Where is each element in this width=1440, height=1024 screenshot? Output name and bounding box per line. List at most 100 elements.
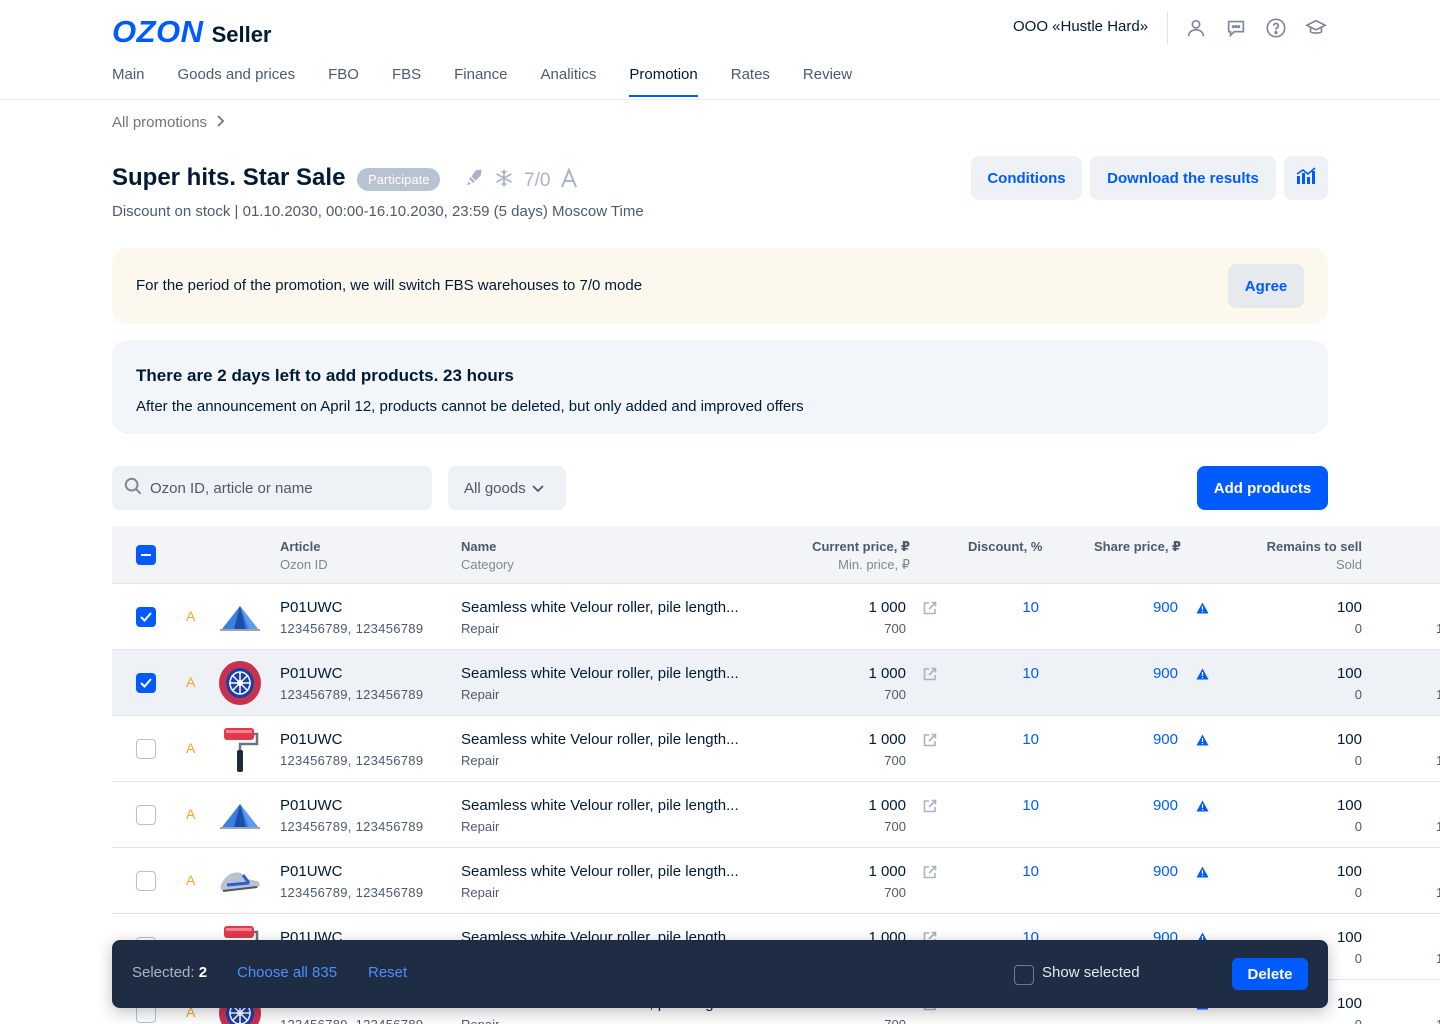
help-icon[interactable]	[1264, 16, 1288, 40]
nav-main[interactable]: Main	[112, 66, 145, 97]
table-row[interactable]: A P01UWC 123456789, 123456789 Seamless w…	[112, 782, 1440, 848]
row-checkbox[interactable]	[136, 871, 156, 891]
remains-value: 100	[1336, 665, 1362, 682]
external-link-icon[interactable]	[922, 600, 938, 621]
row-checkbox[interactable]	[136, 739, 156, 759]
nav-review[interactable]: Review	[803, 66, 852, 97]
search-input[interactable]	[150, 479, 410, 497]
column-discount[interactable]: Discount, %	[968, 538, 1042, 556]
download-results-button[interactable]: Download the results	[1090, 156, 1276, 200]
company-name[interactable]: ООО «Hustle Hard»	[1013, 18, 1148, 35]
warning-triangle-icon[interactable]	[1196, 733, 1209, 751]
share-price-value[interactable]: 900	[1142, 599, 1178, 616]
discount-value[interactable]: 10	[1019, 863, 1039, 880]
product-image-tent[interactable]	[216, 592, 264, 642]
search-box[interactable]	[112, 466, 432, 510]
column-name[interactable]: Name Category	[461, 538, 514, 574]
table-row[interactable]: A P01UWC 123456789, 123456789 Seamless w…	[112, 716, 1440, 782]
product-category: Repair	[461, 1017, 499, 1024]
status-badge: Participate	[357, 168, 441, 191]
column-discount-title: Discount, %	[968, 539, 1043, 554]
snowflake-icon	[494, 168, 514, 194]
external-link-icon[interactable]	[922, 798, 938, 819]
warning-triangle-icon[interactable]	[1196, 865, 1209, 883]
warning-triangle-icon[interactable]	[1196, 667, 1209, 685]
table-row[interactable]: A P01UWC 123456789, 123456789 Seamless w…	[112, 584, 1440, 650]
product-category: Repair	[461, 687, 500, 702]
row-checkbox[interactable]	[136, 805, 156, 825]
mark-label: A	[186, 806, 196, 822]
logo-brand: OZON	[112, 14, 204, 49]
current-price: 1 000	[868, 863, 906, 880]
min-price: 700	[884, 1017, 906, 1024]
show-selected-checkbox[interactable]	[1014, 965, 1034, 985]
external-link-icon[interactable]	[922, 666, 938, 687]
reset-link[interactable]: Reset	[368, 964, 407, 981]
table-row[interactable]: A P01UWC 123456789, 123456789 Seamless w…	[112, 650, 1440, 716]
add-products-button[interactable]: Add products	[1197, 466, 1328, 510]
warning-triangle-icon[interactable]	[1196, 799, 1209, 817]
warning-triangle-icon[interactable]	[1196, 601, 1209, 619]
breadcrumb-all-promotions[interactable]: All promotions	[112, 114, 207, 131]
column-current-price[interactable]: Current price, ₽ Min. price, ₽	[812, 538, 910, 574]
agree-button[interactable]: Agree	[1228, 264, 1304, 308]
nav-finance[interactable]: Finance	[454, 66, 507, 97]
sold-value: 0	[1355, 1017, 1362, 1024]
product-image-sneaker[interactable]	[216, 856, 264, 906]
product-name[interactable]: Seamless white Velour roller, pile lengt…	[461, 797, 739, 814]
table-row[interactable]: A P01UWC 123456789, 123456789 Seamless w…	[112, 848, 1440, 914]
sold-value: 0	[1354, 819, 1362, 834]
product-name[interactable]: Seamless white Velour roller, pile lengt…	[461, 665, 739, 682]
nav-goods-and-prices[interactable]: Goods and prices	[178, 66, 296, 97]
ozon-seller-logo[interactable]: OZON Seller	[112, 14, 272, 50]
product-name[interactable]: Seamless white Velour roller, pile lengt…	[461, 731, 739, 748]
discount-value[interactable]: 10	[1019, 665, 1039, 682]
select-all-checkbox[interactable]	[136, 545, 156, 565]
external-link-icon[interactable]	[922, 732, 938, 753]
chat-icon[interactable]	[1224, 16, 1248, 40]
article: P01UWC	[280, 731, 343, 748]
education-icon[interactable]	[1304, 16, 1328, 40]
product-image-tent[interactable]	[216, 790, 264, 840]
conditions-button[interactable]: Conditions	[971, 156, 1082, 200]
product-name[interactable]: Seamless white Velour roller, pile lengt…	[461, 863, 739, 880]
user-icon[interactable]	[1184, 16, 1208, 40]
column-ozon-id-title: Ozon ID	[280, 557, 328, 572]
choose-all-link[interactable]: Choose all 835	[237, 964, 337, 981]
min-price: 700	[884, 753, 906, 768]
external-link-icon[interactable]	[922, 864, 938, 885]
ozon-ids: 123456789, 123456789	[280, 1017, 423, 1024]
product-image-wheel[interactable]	[216, 658, 264, 708]
discount-value[interactable]: 10	[1019, 797, 1039, 814]
share-price-value[interactable]: 900	[1142, 863, 1178, 880]
nav-fbs[interactable]: FBS	[392, 66, 421, 97]
share-price-value[interactable]: 900	[1142, 731, 1178, 748]
current-price: 1 000	[868, 731, 906, 748]
remains-value: 100	[1336, 929, 1362, 946]
nav-analitics[interactable]: Analitics	[541, 66, 597, 97]
share-price-value[interactable]: 900	[1142, 797, 1178, 814]
min-price: 700	[884, 885, 906, 900]
selected-label: Selected:	[132, 964, 195, 981]
nav-rates[interactable]: Rates	[731, 66, 770, 97]
discount-value[interactable]: 10	[1019, 731, 1039, 748]
breadcrumb[interactable]: All promotions	[112, 114, 225, 131]
delete-button[interactable]: Delete	[1232, 958, 1308, 990]
row-checkbox[interactable]	[136, 673, 156, 693]
goods-filter-dropdown[interactable]: All goods	[448, 466, 566, 510]
column-remains[interactable]: Remains to sell Sold	[1267, 538, 1362, 574]
clipped-column-value: 1	[1436, 621, 1440, 636]
chevron-right-icon	[215, 114, 225, 131]
nav-fbo[interactable]: FBO	[328, 66, 359, 97]
product-image-roller[interactable]	[216, 724, 264, 774]
current-price: 1 000	[868, 797, 906, 814]
show-selected-label[interactable]: Show selected	[1042, 964, 1140, 981]
share-price-value[interactable]: 900	[1142, 665, 1178, 682]
analytics-button[interactable]	[1284, 156, 1328, 200]
discount-value[interactable]: 10	[1019, 599, 1039, 616]
row-checkbox[interactable]	[136, 607, 156, 627]
column-share-price[interactable]: Share price, ₽	[1094, 538, 1181, 556]
product-name[interactable]: Seamless white Velour roller, pile lengt…	[461, 599, 739, 616]
nav-promotion[interactable]: Promotion	[629, 66, 699, 97]
column-article[interactable]: Article Ozon ID	[280, 538, 328, 574]
